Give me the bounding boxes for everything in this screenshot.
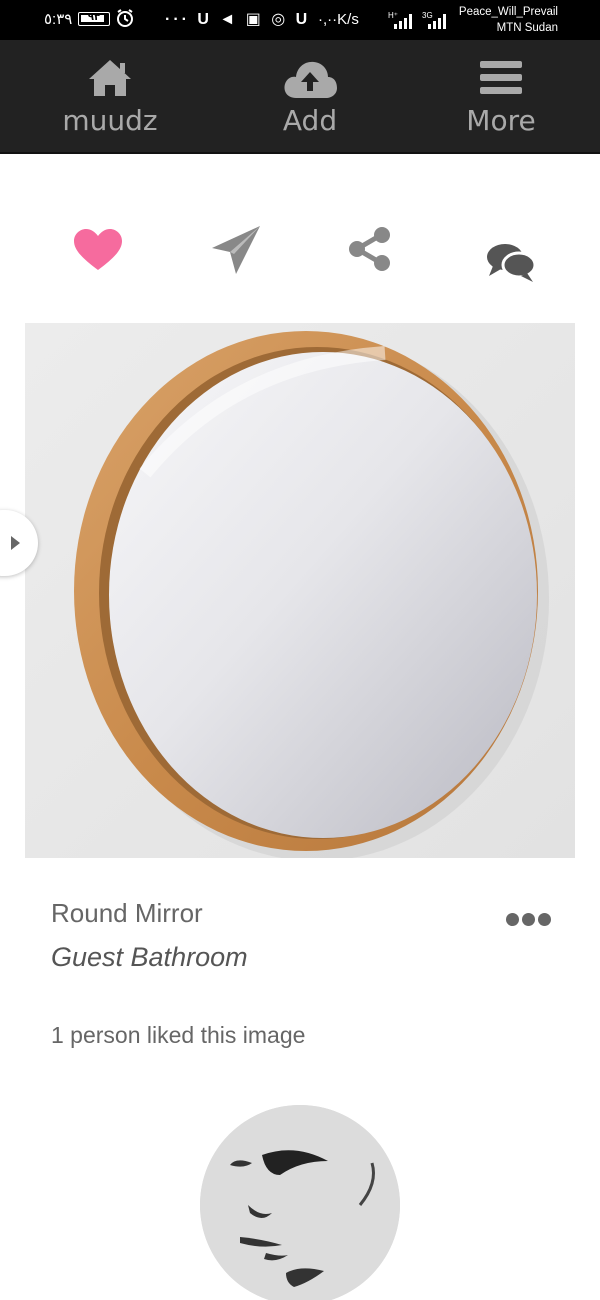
carrier-name: Peace_Will_Prevail MTN Sudan — [459, 4, 558, 36]
nav-more-label: More — [466, 104, 536, 137]
nav-home-label: muudz — [62, 104, 158, 137]
status-bar: ٥:٣٩ ٩٣ ··· U ◄ ▣ ◎ U ·,··K/s H⁺ 3G Peac… — [0, 0, 600, 40]
dot-icon — [522, 913, 535, 926]
signal-icon: H⁺ — [388, 10, 418, 35]
action-bar — [0, 220, 600, 290]
top-nav: muudz Add More — [0, 40, 600, 154]
home-icon — [87, 58, 133, 103]
share-button[interactable] — [347, 226, 393, 277]
status-time: ٥:٣٩ — [44, 11, 73, 28]
nav-more[interactable]: More — [421, 40, 581, 150]
signal-a-label: H⁺ — [388, 11, 398, 20]
like-button[interactable] — [72, 228, 124, 277]
paper-plane-icon — [212, 226, 260, 274]
avatar[interactable] — [200, 1105, 400, 1300]
comment-button[interactable] — [485, 242, 537, 289]
share-icon — [349, 227, 390, 271]
nav-add-label: Add — [282, 104, 338, 137]
more-options-button[interactable] — [506, 910, 552, 930]
signal-icon: 3G — [422, 10, 452, 35]
item-room[interactable]: Guest Bathroom — [51, 942, 248, 973]
likes-count-text[interactable]: 1 person liked this image — [51, 1022, 305, 1049]
dot-icon — [538, 913, 551, 926]
round-mirror-illustration — [25, 323, 575, 858]
network-speed: ·,··K/s — [318, 11, 359, 28]
cloud-upload-icon — [282, 58, 338, 105]
carrier-line-2: MTN Sudan — [496, 22, 558, 34]
nav-add[interactable]: Add — [230, 40, 390, 150]
nav-home[interactable]: muudz — [30, 40, 190, 150]
item-title: Round Mirror — [51, 898, 203, 928]
send-button[interactable] — [210, 224, 262, 281]
heart-icon — [74, 229, 122, 270]
comments-icon — [487, 244, 537, 282]
battery-icon: ٩٣ — [78, 12, 110, 26]
signal-b-label: 3G — [422, 11, 433, 20]
user-avatar-illustration — [200, 1105, 400, 1300]
caret-right-icon — [11, 536, 20, 550]
carrier-line-1: Peace_Will_Prevail — [458, 6, 558, 18]
menu-icon — [478, 58, 524, 103]
dot-icon — [506, 913, 519, 926]
battery-level: ٩٣ — [87, 12, 101, 23]
alarm-icon — [115, 8, 135, 33]
product-image[interactable] — [25, 323, 575, 858]
notification-icons: ··· U ◄ ▣ ◎ U — [165, 11, 311, 28]
